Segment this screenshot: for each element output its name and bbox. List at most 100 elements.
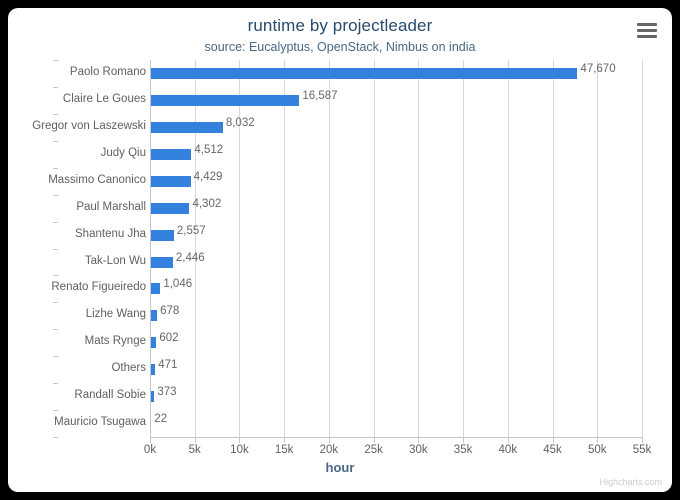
x-axis-line — [150, 437, 643, 438]
bar-value-label: 2,446 — [175, 251, 205, 264]
x-axis-tick-mark — [418, 438, 420, 443]
y-axis-category-label: Randall Sobie — [74, 389, 146, 402]
gridline — [642, 60, 643, 437]
bar-value-label: 602 — [159, 332, 179, 345]
bar[interactable] — [151, 310, 158, 322]
y-axis-tick-mark — [53, 60, 58, 61]
y-axis-tick-mark — [53, 437, 58, 438]
x-axis-tick-label: 25k — [364, 444, 383, 456]
x-axis-tick-mark — [150, 438, 151, 443]
bar-row[interactable]: 2,446 — [150, 249, 642, 276]
chart-panel: runtime by projectleader source: Eucalyp… — [8, 8, 672, 492]
bar[interactable] — [151, 337, 157, 349]
bar-value-label: 373 — [157, 386, 177, 399]
x-axis-tick-mark — [463, 438, 465, 443]
y-axis-tick-mark — [53, 113, 58, 115]
context-menu-button[interactable] — [633, 18, 661, 42]
x-axis-tick-label: 30k — [409, 444, 428, 456]
bar-row[interactable]: 678 — [150, 302, 642, 329]
bar[interactable] — [151, 202, 190, 214]
x-axis-title: hour — [325, 460, 355, 475]
y-axis-category-label: Paul Marshall — [76, 200, 146, 213]
bar-row[interactable]: 602 — [150, 329, 642, 356]
y-axis-tick-mark — [53, 383, 58, 385]
x-axis-tick-mark — [642, 438, 643, 443]
bar-value-label: 1,046 — [163, 278, 193, 291]
bar-value-label: 4,429 — [193, 170, 223, 183]
bar-row[interactable]: 373 — [150, 383, 642, 410]
bar-value-label: 4,302 — [192, 197, 222, 210]
x-axis-tick-mark — [373, 438, 375, 443]
bar[interactable] — [151, 391, 155, 403]
bar-value-label: 16,587 — [302, 89, 338, 102]
bar[interactable] — [151, 94, 300, 106]
x-axis-tick-mark — [284, 438, 286, 443]
hamburger-icon-bar — [637, 29, 657, 32]
y-axis-tick-mark — [53, 302, 58, 304]
x-axis-tick-label: 0k — [143, 444, 157, 456]
bar-value-label: 678 — [160, 305, 180, 318]
bar[interactable] — [151, 68, 578, 79]
bar-value-label: 2,557 — [176, 224, 206, 237]
bar[interactable] — [151, 229, 174, 241]
bar[interactable] — [151, 175, 191, 187]
x-axis-tick-label: 45k — [543, 444, 562, 456]
x-axis-tick-label: 5k — [188, 444, 201, 456]
y-axis-tick-mark — [53, 275, 58, 277]
y-axis-category-label: Gregor von Laszewski — [32, 119, 146, 132]
y-axis-tick-mark — [53, 248, 58, 250]
y-axis-category-label: Tak-Lon Wu — [84, 254, 146, 267]
y-axis-tick-mark — [53, 410, 58, 412]
x-axis-tick-mark — [328, 438, 330, 443]
x-axis-tick-mark — [507, 438, 509, 443]
bar[interactable] — [151, 283, 161, 295]
x-axis-tick-label: 50k — [587, 444, 607, 456]
y-axis-category-label: Shantenu Jha — [75, 227, 146, 240]
bar-row[interactable]: 47,670 — [150, 60, 642, 87]
bar-value-label: 4,512 — [194, 143, 224, 156]
x-axis-tick-label: 55k — [632, 444, 652, 456]
bar-row[interactable]: 16,587 — [150, 87, 642, 114]
y-axis-tick-mark — [53, 140, 58, 142]
bar[interactable] — [151, 121, 223, 133]
plot-area: 47,670 16,587 8,032 4,512 4,429 4,302 2,557 2,4… — [150, 60, 643, 437]
y-axis-category-label: Renato Figueiredo — [51, 281, 146, 294]
chart-title: runtime by projectleader — [247, 16, 433, 35]
y-axis-category-label: Mauricio Tsugawa — [54, 416, 146, 429]
y-axis-tick-mark — [53, 356, 58, 358]
bar-row[interactable]: 4,512 — [150, 141, 642, 168]
bar-row[interactable]: 471 — [150, 356, 642, 383]
bar-row[interactable]: 22 — [150, 410, 642, 437]
bar-row[interactable]: 8,032 — [150, 114, 642, 141]
bar-row[interactable]: 4,429 — [150, 168, 642, 195]
bar[interactable] — [151, 148, 192, 160]
y-axis-category-label: Mats Rynge — [84, 335, 146, 348]
y-axis-category-label: Others — [111, 362, 146, 375]
y-axis-category-label: Massimo Canonico — [48, 173, 146, 186]
x-axis-tick-label: 20k — [319, 444, 339, 456]
x-axis-tick-mark — [239, 438, 241, 443]
bar[interactable] — [151, 256, 173, 268]
bar-row[interactable]: 2,557 — [150, 222, 642, 249]
y-axis-category-labels: Paolo Romano Claire Le Goues Gregor von La… — [8, 60, 146, 438]
bar[interactable] — [151, 364, 156, 376]
x-axis-tick-label: 40k — [498, 444, 518, 456]
bar-value-label: 47,670 — [580, 63, 616, 75]
x-axis-tick-mark — [552, 438, 554, 443]
y-axis-tick-mark — [53, 167, 58, 169]
x-axis-tick-label: 10k — [230, 444, 249, 456]
x-axis-tick-mark — [194, 438, 196, 443]
y-axis-category-label: Claire Le Goues — [62, 92, 146, 105]
y-axis-category-label: Lizhe Wang — [85, 308, 146, 321]
x-axis-tick-mark — [597, 438, 599, 443]
bar-row[interactable]: 4,302 — [150, 195, 642, 222]
y-axis-tick-mark — [53, 194, 58, 196]
credits-label: Highcharts.com — [599, 477, 662, 487]
hamburger-icon-bar — [637, 23, 657, 26]
y-axis-category-label: Judy Qiu — [100, 146, 146, 159]
bar-row[interactable]: 1,046 — [150, 275, 642, 302]
chart-subtitle: source: Eucalyptus, OpenStack, Nimbus on… — [204, 40, 476, 54]
y-axis-tick-mark — [53, 221, 58, 223]
x-axis-tick-label: 15k — [274, 444, 294, 456]
bar-value-label: 8,032 — [225, 116, 255, 129]
